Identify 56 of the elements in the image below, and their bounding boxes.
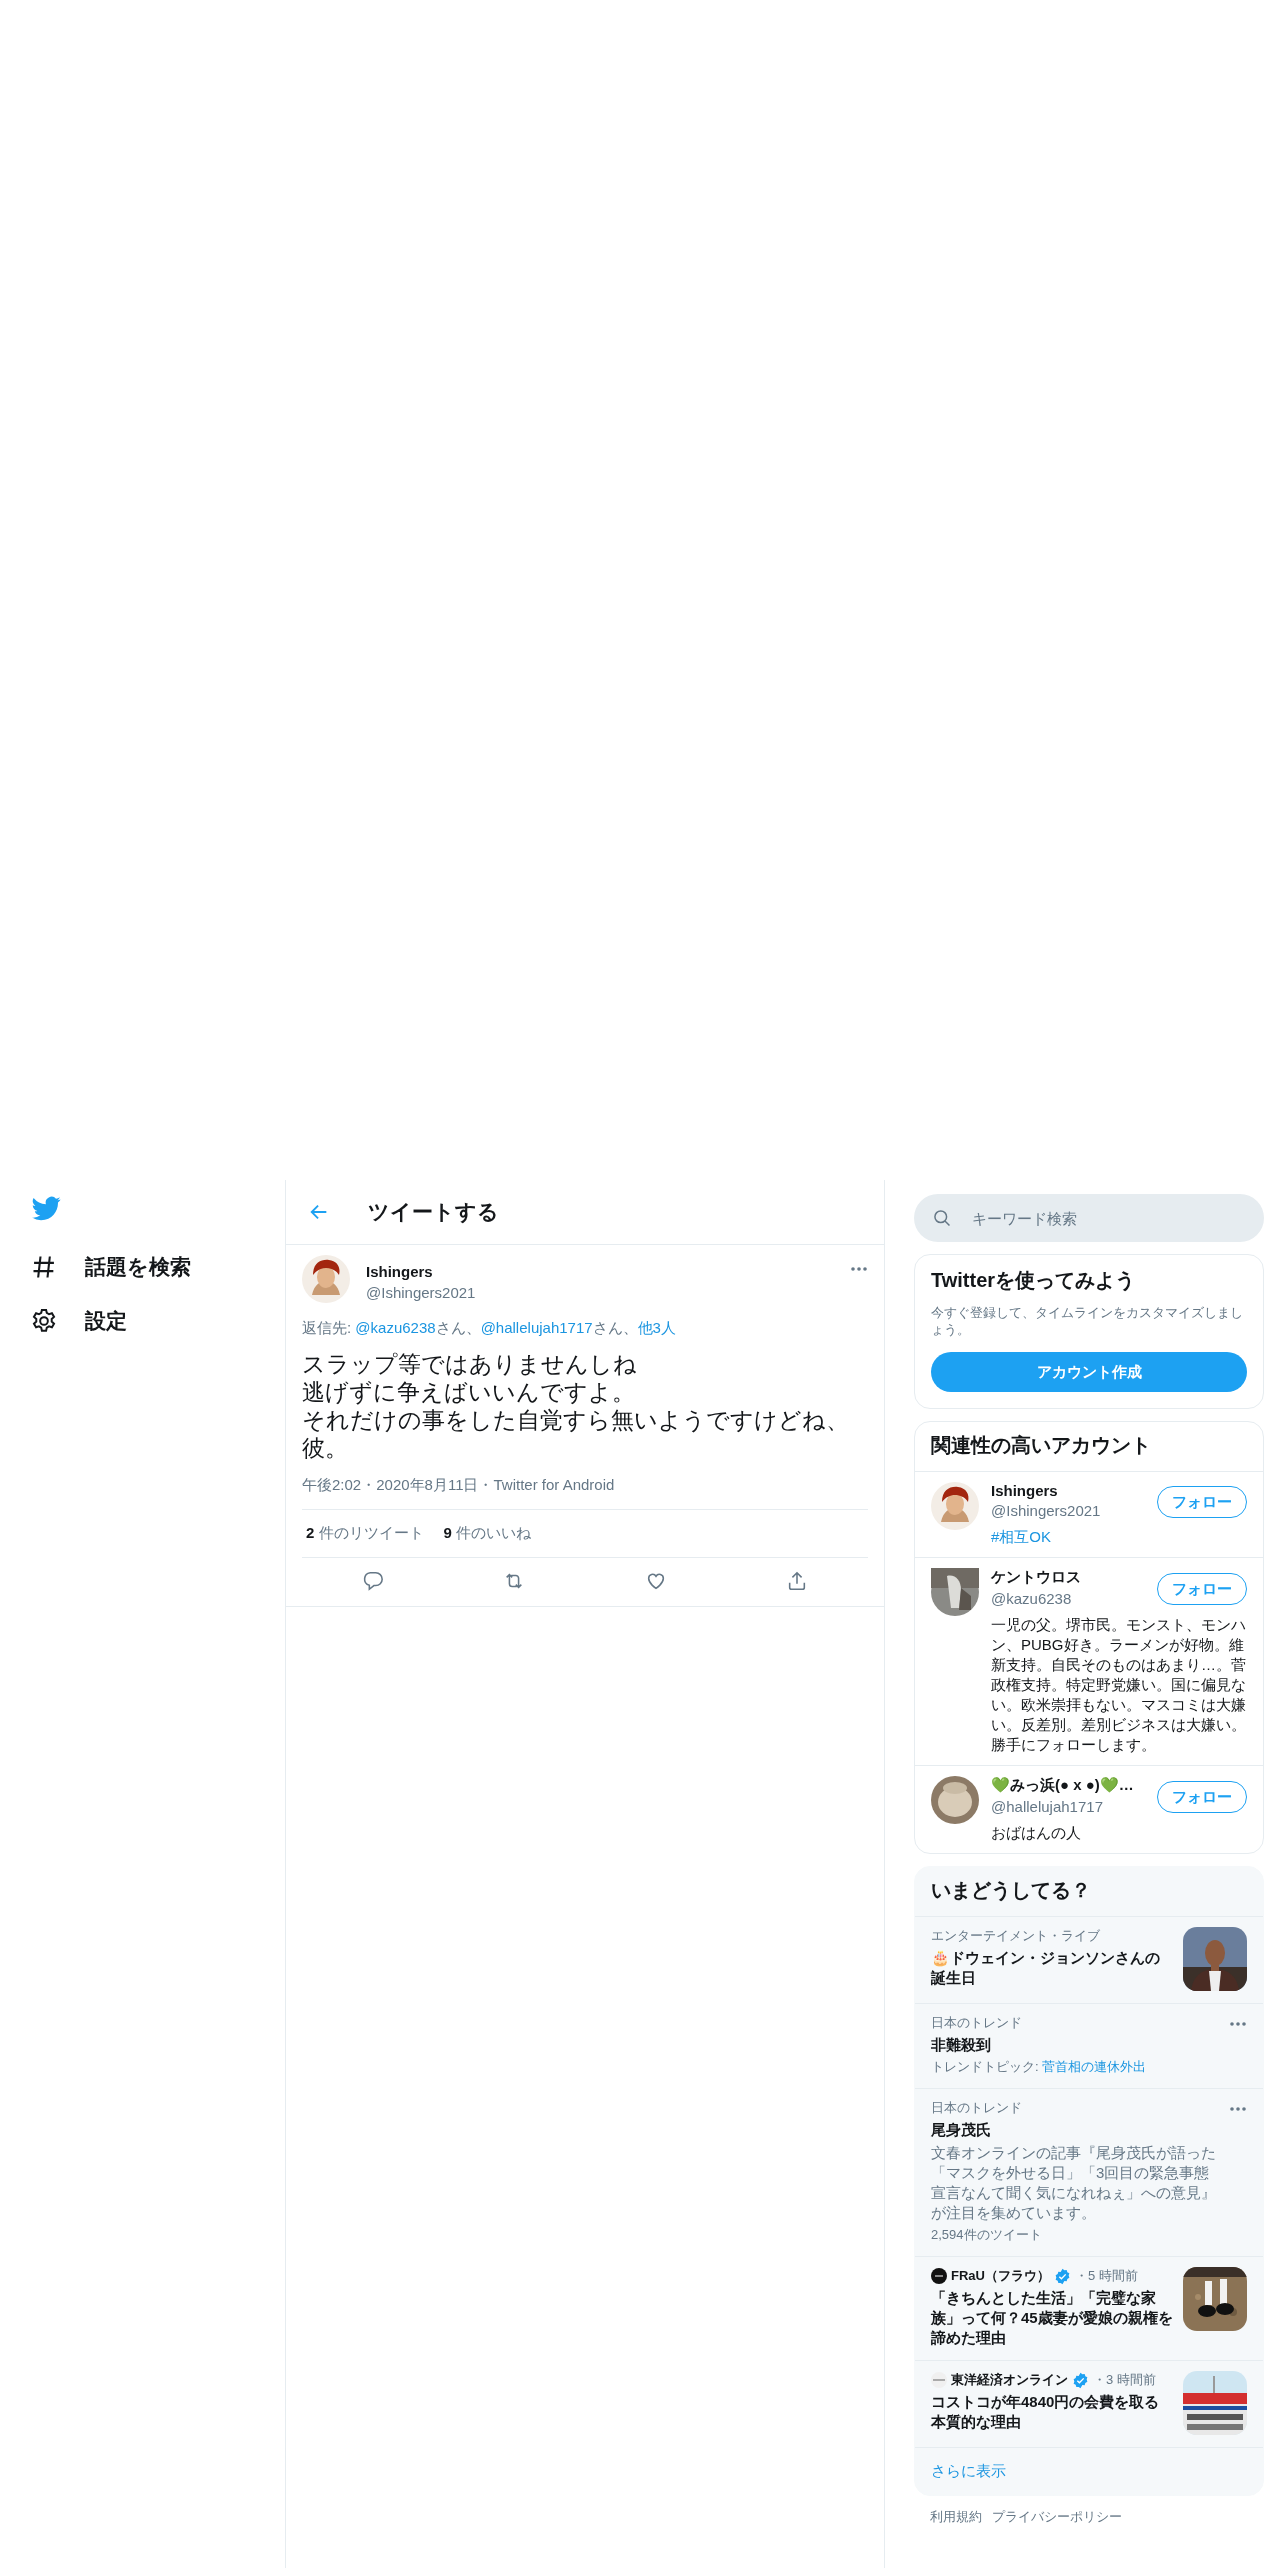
source-logo-icon <box>931 2268 947 2284</box>
trend-category: 日本のトレンド <box>931 2099 1023 2117</box>
search-field[interactable]: キーワード検索 <box>914 1194 1264 1242</box>
reply-to-text: 返信先: @kazu6238さん、@hallelujah1717さん、他3人 <box>302 1319 677 1338</box>
reply-icon <box>361 1570 384 1592</box>
stat-link[interactable]: 9 件のいいね <box>443 1524 532 1543</box>
user-handle: @kazu6238 <box>991 1590 1073 1607</box>
footer-link[interactable]: 利用規約 <box>930 2508 982 2526</box>
more-icon <box>1229 2107 1247 2111</box>
trend-title[interactable]: 非難殺到 <box>931 2035 1219 2055</box>
footer-link[interactable]: プライバシーポリシー <box>992 2508 1122 2526</box>
tweet-text: スラップ等ではありませんしね 逃げずに争えばいいんですよ。 それだけの事をした自覚すら無いようですけどね、 彼。 <box>302 1350 850 1462</box>
user-bio: 一児の父。堺市民。モンスト、モンハン、PUBG好き。ラーメンが好物。維新支持。自民そのものはあまり…。菅政権支持。特定野党嫌い。国に偏見ない。欧米崇拝もない。マスコミは大嫌い。反差別。差別ビジネスは大嫌い。勝手にフォローします。 <box>991 1615 1247 1755</box>
trend-category: 日本のトレンド <box>931 2014 1023 2032</box>
trend-category: エンターテイメント・ライブ <box>931 1927 1101 1945</box>
post-time: ・5 時間前 <box>1074 2267 1138 2285</box>
avatar[interactable] <box>931 1568 979 1616</box>
card-title: 関連性の高いアカウント <box>915 1422 1263 1472</box>
tweet-count: 2,594件のツイート <box>931 2226 1043 2244</box>
article-title[interactable]: 「きちんとした生活」「完璧な家族」って何？45歳妻が愛娘の親権を諦めた理由 <box>931 2288 1173 2348</box>
article-title[interactable]: コストコが年4840円の会費を取る本質的な理由 <box>931 2392 1173 2432</box>
trend-description: 文春オンラインの記事『尾身茂氏が語った「マスクを外せる日」「3回目の緊急事態宣言なんて聞く気になれねぇ」への意見』が注目を集めています。 <box>931 2143 1217 2223</box>
avatar[interactable] <box>302 1255 350 1303</box>
more-icon <box>1229 2022 1247 2026</box>
settings-icon <box>30 1307 58 1335</box>
user-handle: @Ishingers2021 <box>366 1284 477 1301</box>
avatar[interactable] <box>931 1776 979 1824</box>
user-handle: @Ishingers2021 <box>991 1502 1102 1519</box>
user-name[interactable]: 💚みっ浜(● x ●)💚… <box>991 1776 1145 1795</box>
nav-link[interactable]: 話題を検索 <box>30 1253 191 1281</box>
trend-topic: トレンドトピック: 菅首相の連休外出 <box>931 2058 1148 2076</box>
trend-title[interactable]: 尾身茂氏 <box>931 2120 1219 2140</box>
user-name[interactable]: Ishingers <box>366 1263 834 1280</box>
nav-link[interactable]: 設定 <box>30 1307 127 1335</box>
avatar[interactable] <box>931 1482 979 1530</box>
more-button[interactable] <box>850 1267 868 1271</box>
stat-link[interactable]: 2 件のリツイート <box>306 1524 424 1543</box>
card-title: いまどうしてる？ <box>915 1867 1263 1917</box>
more-button[interactable] <box>1229 2022 1247 2026</box>
user-handle: @hallelujah1717 <box>991 1798 1104 1815</box>
card-description: 今すぐ登録して、タイムラインをカスタマイズしましょう。 <box>931 1304 1244 1338</box>
search-icon <box>932 1208 952 1228</box>
source-name[interactable]: 東洋経済オンライン <box>951 2371 1068 2389</box>
card-title: Twitterを使ってみよう <box>931 1268 1137 1293</box>
source-logo-icon <box>931 2372 947 2388</box>
more-button[interactable] <box>1229 2107 1247 2111</box>
user-name[interactable]: ケントウロス <box>991 1568 1145 1587</box>
page-title: ツイートする <box>368 1199 499 1225</box>
more-icon <box>850 1267 868 1271</box>
post-time: ・3 時間前 <box>1093 2371 1156 2389</box>
user-name[interactable]: Ishingers <box>991 1482 1145 1499</box>
tweet-timestamp: 午後2:02・2020年8月11日・Twitter for Android <box>302 1476 868 1510</box>
trend-title[interactable]: 🎂ドウェイン・ジョンソンさんの誕生日 <box>931 1948 1173 1988</box>
twitter-logo[interactable] <box>32 1194 61 1223</box>
source-name[interactable]: FRaU（フラウ） <box>951 2267 1050 2285</box>
user-bio: おばはんの人 <box>991 1823 1082 1843</box>
